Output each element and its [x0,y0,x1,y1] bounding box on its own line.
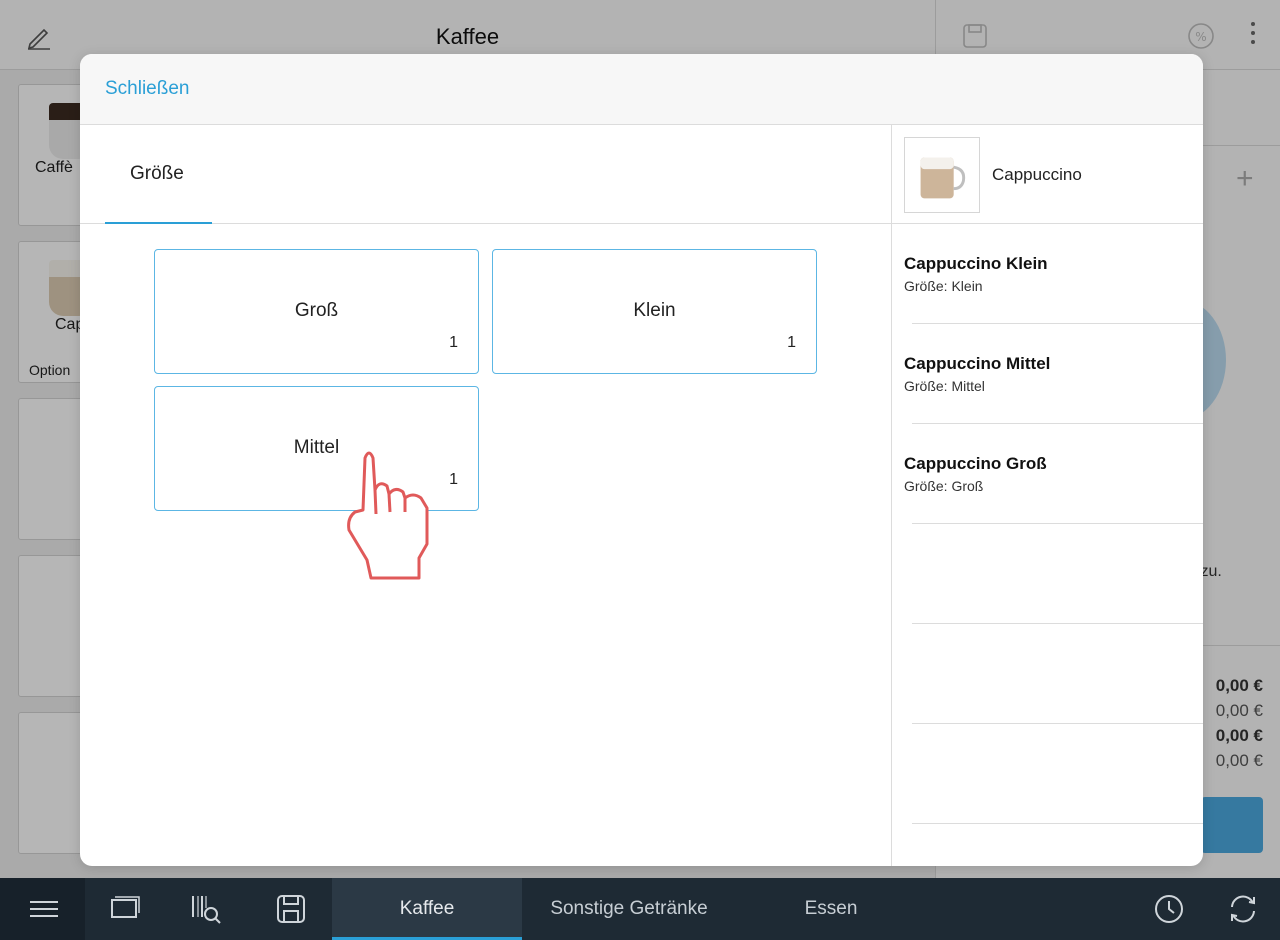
product-name: Cappuccino [992,165,1082,184]
variant-name: Cappuccino Groß [904,454,1047,473]
empty-variant-slot [892,624,1203,724]
modal-header: Schließen [80,54,1203,125]
product-header: Cappuccino [892,125,1203,224]
empty-variant-slot [892,524,1203,624]
bottom-bar: Kaffee Sonstige Getränke Essen [0,878,1280,940]
variant-item[interactable]: Cappuccino Klein Größe: Klein [892,224,1203,324]
option-button-mittel[interactable]: Mittel 1 [154,386,479,511]
option-tabs: Größe [80,125,891,224]
tab-sonstige-getraenke[interactable]: Sonstige Getränke [522,878,736,940]
cappuccino-cup-icon [920,157,966,199]
variant-name: Cappuccino Mittel [904,354,1051,373]
tab-label: Größe [130,163,184,184]
variant-item[interactable]: Cappuccino Mittel Größe: Mittel [892,324,1203,424]
sync-icon[interactable] [1227,893,1259,925]
variant-detail: Größe: Mittel [904,378,985,394]
clock-icon[interactable] [1153,893,1185,925]
option-label: Klein [633,300,676,321]
variant-detail: Größe: Groß [904,478,984,494]
option-label: Groß [294,300,339,321]
variant-name: Cappuccino Klein [904,254,1048,273]
close-button[interactable]: Schließen [105,78,190,100]
menu-area [0,878,85,940]
option-count: 1 [787,334,796,351]
option-button-gross[interactable]: Groß 1 [154,249,479,374]
empty-variant-slot [892,724,1203,824]
option-label: Mittel [293,437,340,458]
variant-detail: Größe: Klein [904,278,983,294]
variants-pane: Cappuccino Cappuccino Klein Größe: Klein… [891,125,1203,866]
screens-icon[interactable] [109,893,141,925]
product-thumbnail [904,137,980,213]
variant-item[interactable]: Cappuccino Groß Größe: Groß [892,424,1203,524]
menu-icon[interactable] [28,893,60,925]
option-button-klein[interactable]: Klein 1 [492,249,817,374]
tab-essen[interactable]: Essen [756,878,906,940]
divider [912,823,1203,824]
tab-kaffee[interactable]: Kaffee [332,878,522,940]
option-count: 1 [449,334,458,351]
barcode-search-icon[interactable] [190,893,222,925]
tab-size[interactable]: Größe [105,125,212,224]
save-icon[interactable] [275,893,307,925]
option-count: 1 [449,471,458,488]
variant-modal: Schließen Größe Groß 1 Klein 1 Mittel 1 [80,54,1203,866]
options-pane: Größe Groß 1 Klein 1 Mittel 1 [80,125,891,866]
